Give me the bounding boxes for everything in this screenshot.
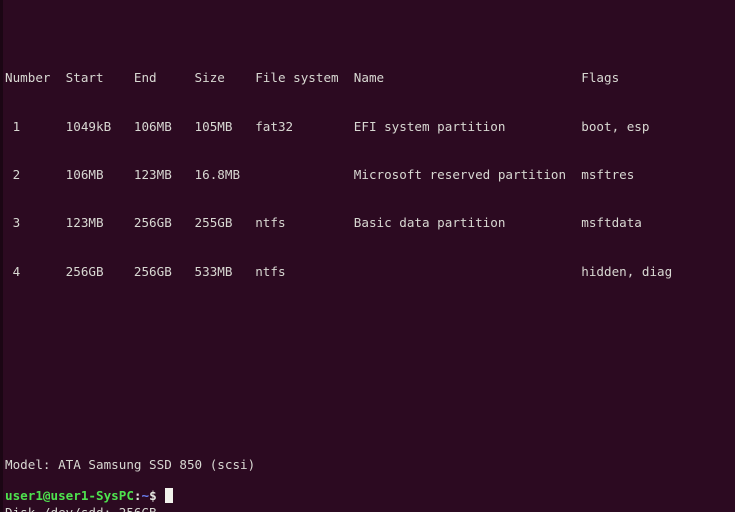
terminal-window[interactable]: Number Start End Size File system Name F…	[0, 0, 735, 512]
table-header: Number Start End Size File system Name F…	[5, 70, 620, 86]
prompt-symbol: $	[149, 488, 157, 503]
prompt-path: ~	[141, 488, 150, 503]
window-left-border	[0, 0, 3, 512]
table-row: 3 123MB 256GB 255GB ntfs Basic data part…	[5, 215, 642, 231]
table-row: 2 106MB 123MB 16.8MB Microsoft reserved …	[5, 166, 635, 182]
shell-prompt[interactable]: user1@user1-SysPC:~$	[5, 488, 173, 504]
table-row: 1 1049kB 106MB 105MB fat32 EFI system pa…	[5, 118, 650, 134]
terminal-output-area[interactable]: Number Start End Size File system Name F…	[5, 6, 735, 512]
table-row: 4 256GB 256GB 533MB ntfs hidden, diag	[5, 263, 673, 279]
disk-device: Disk /dev/sdd: 256GB	[5, 505, 735, 512]
text-cursor[interactable]	[164, 488, 173, 503]
disk-model: Model: ATA Samsung SSD 850 (scsi)	[5, 456, 256, 472]
prompt-separator: :	[133, 488, 142, 503]
prompt-user-host: user1@user1-SysPC	[5, 488, 134, 503]
